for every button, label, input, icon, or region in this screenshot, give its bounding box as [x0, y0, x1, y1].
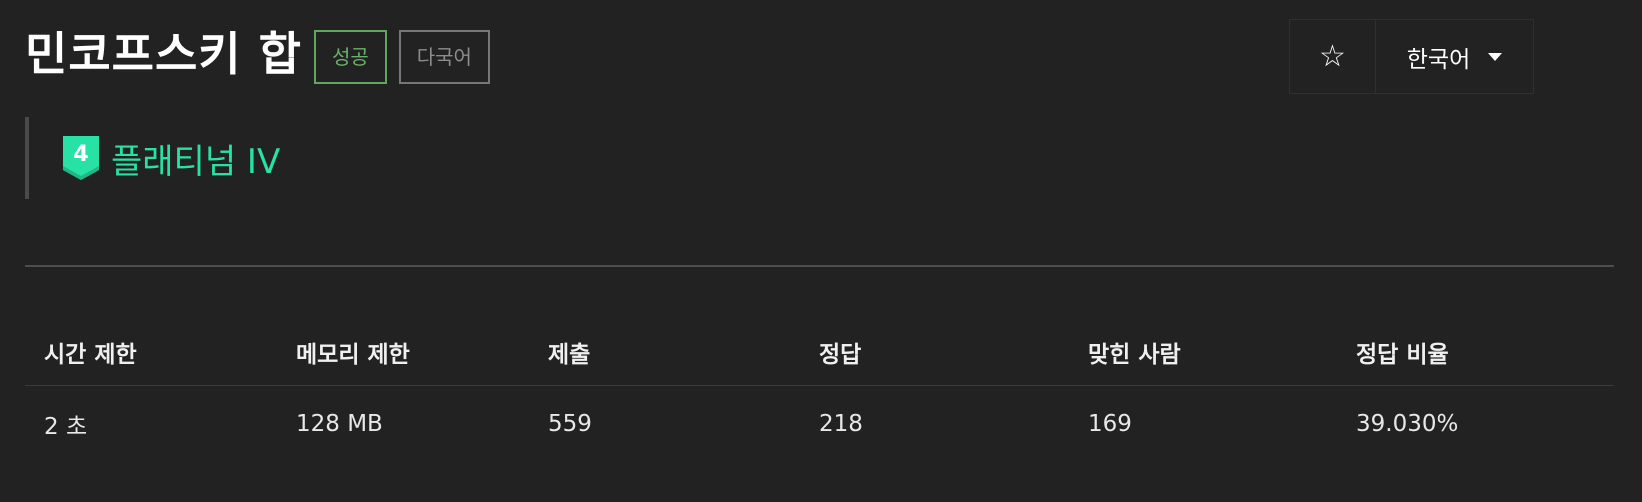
- value-solved-users[interactable]: 169: [1069, 411, 1337, 437]
- value-accept-ratio: 39.030%: [1356, 411, 1459, 437]
- header-solved-users: 맞힌 사람: [1088, 341, 1181, 368]
- multilang-label[interactable]: 다국어: [398, 30, 490, 84]
- header-accept-ratio: 정답 비율: [1356, 341, 1449, 368]
- value-memory-limit: 128 MB: [296, 411, 383, 437]
- tier-name[interactable]: 플래티넘 IV: [111, 134, 280, 183]
- stats-value-row: 2 초 128 MB 559 218 169 39.030%: [25, 386, 1614, 462]
- value-submissions[interactable]: 559: [529, 411, 800, 437]
- caret-down-icon: [1488, 52, 1503, 61]
- problem-title: 민코프스키 합: [25, 27, 302, 81]
- favorite-button[interactable]: ☆: [1290, 20, 1376, 93]
- problem-page: 민코프스키 합 성공 다국어 ☆ 한국어 4 플래티넘 IV 시간 제한 메모리…: [0, 0, 1642, 502]
- header-submissions: 제출: [548, 341, 591, 368]
- stats-table: 시간 제한 메모리 제한 제출 정답 맞힌 사람 정답 비율 2 초 128 M…: [25, 318, 1614, 462]
- header-time-limit: 시간 제한: [44, 341, 137, 368]
- title-row: 민코프스키 합 성공 다국어: [25, 22, 490, 86]
- value-accepted[interactable]: 218: [800, 411, 1069, 437]
- header-memory-limit: 메모리 제한: [296, 341, 410, 368]
- language-dropdown[interactable]: 한국어: [1376, 20, 1533, 93]
- tier-level: 4: [73, 142, 88, 167]
- language-label: 한국어: [1406, 46, 1471, 73]
- tier-block: 4 플래티넘 IV: [25, 117, 280, 199]
- stats-header-row: 시간 제한 메모리 제한 제출 정답 맞힌 사람 정답 비율: [25, 318, 1614, 386]
- header-accepted: 정답: [819, 341, 862, 368]
- value-time-limit: 2 초: [44, 414, 88, 440]
- divider: [25, 265, 1614, 267]
- star-icon: ☆: [1319, 39, 1346, 74]
- success-label: 성공: [313, 30, 387, 84]
- top-controls: ☆ 한국어: [1289, 19, 1534, 94]
- tier-badge-icon: 4: [63, 136, 99, 180]
